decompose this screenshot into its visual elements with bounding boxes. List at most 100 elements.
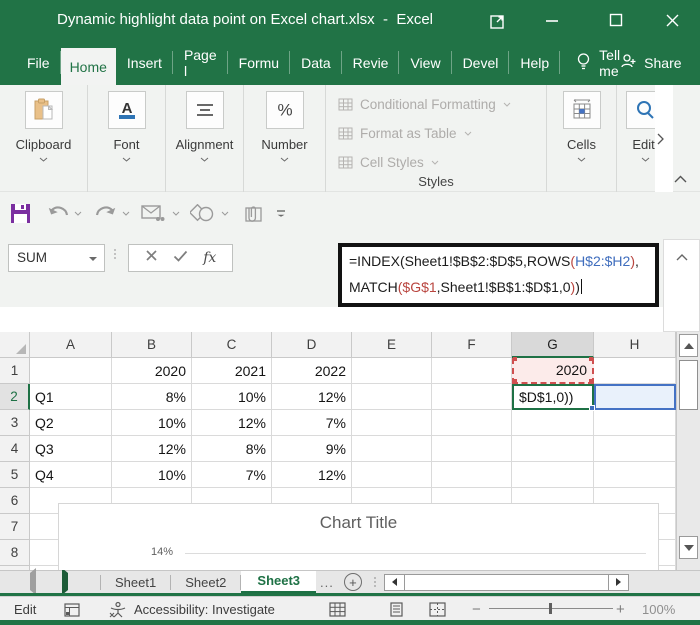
col-header-g[interactable]: G <box>512 332 594 358</box>
collapse-formula-bar-icon[interactable] <box>676 254 688 261</box>
normal-view-icon[interactable] <box>329 597 346 621</box>
tell-me-button[interactable]: Tell me <box>576 40 620 85</box>
row-header-5[interactable]: 5 <box>0 462 30 488</box>
cell-G4[interactable] <box>512 436 594 462</box>
macro-record-icon[interactable] <box>64 597 81 621</box>
page-layout-view-icon[interactable] <box>388 597 405 621</box>
row-header-3[interactable]: 3 <box>0 410 30 436</box>
menu-tab-formu[interactable]: Formu <box>228 40 290 85</box>
insert-function-icon[interactable]: fx <box>203 250 216 266</box>
cell-D2[interactable]: 12% <box>272 384 352 410</box>
cell-B1[interactable]: 2020 <box>112 358 192 384</box>
col-header-c[interactable]: C <box>192 332 272 358</box>
enter-icon[interactable] <box>173 249 188 267</box>
accessibility-icon[interactable] <box>108 597 128 621</box>
cell-F1[interactable] <box>432 358 512 384</box>
maximize-button[interactable] <box>596 0 636 40</box>
ribbon-group-font[interactable]: AFont <box>88 85 166 192</box>
cell-E4[interactable] <box>352 436 432 462</box>
menu-tab-insert[interactable]: Insert <box>116 40 173 85</box>
menu-tab-devel[interactable]: Devel <box>452 40 510 85</box>
select-all-button[interactable] <box>0 332 30 358</box>
sheet-tab-sheet1[interactable]: Sheet1 <box>101 571 170 594</box>
cell-E1[interactable] <box>352 358 432 384</box>
col-header-h[interactable]: H <box>594 332 676 358</box>
cell-E3[interactable] <box>352 410 432 436</box>
cell-C4[interactable]: 8% <box>192 436 272 462</box>
styles-item-cell-styles[interactable]: Cell Styles <box>338 148 546 177</box>
collapse-ribbon-icon[interactable] <box>674 175 687 183</box>
cell-G3[interactable] <box>512 410 594 436</box>
cell-G2[interactable]: $D$1,0)) <box>512 384 594 410</box>
name-box[interactable]: SUM <box>8 244 105 272</box>
ribbon-scroll-right-icon[interactable] <box>657 133 664 145</box>
cell-H1[interactable] <box>594 358 676 384</box>
embedded-chart[interactable]: Chart Title 14% <box>58 503 659 570</box>
col-header-e[interactable]: E <box>352 332 432 358</box>
redo-icon[interactable] <box>94 192 116 235</box>
cell-D3[interactable]: 7% <box>272 410 352 436</box>
cell-A5[interactable]: Q4 <box>30 462 112 488</box>
menu-tab-home[interactable]: Home <box>61 48 116 85</box>
save-icon[interactable] <box>10 192 31 235</box>
menu-tab-data[interactable]: Data <box>290 40 342 85</box>
cell-H4[interactable] <box>594 436 676 462</box>
scroll-down-icon[interactable] <box>679 536 698 559</box>
zoom-in-button[interactable]: + <box>616 597 625 621</box>
cell-C3[interactable]: 12% <box>192 410 272 436</box>
undo-dropdown-icon[interactable] <box>74 192 82 235</box>
cell-F5[interactable] <box>432 462 512 488</box>
cell-C1[interactable]: 2021 <box>192 358 272 384</box>
cell-H3[interactable] <box>594 410 676 436</box>
email-icon[interactable] <box>141 192 165 235</box>
sheet-nav-right-icon[interactable] <box>62 573 68 591</box>
zoom-out-button[interactable]: − <box>472 597 481 621</box>
vertical-scrollbar[interactable] <box>676 332 700 570</box>
cell-H5[interactable] <box>594 462 676 488</box>
cell-B5[interactable]: 10% <box>112 462 192 488</box>
new-sheet-icon[interactable]: + <box>344 573 362 591</box>
col-header-a[interactable]: A <box>30 332 112 358</box>
horizontal-scrollbar[interactable] <box>384 574 629 591</box>
cell-F2[interactable] <box>432 384 512 410</box>
cell-D4[interactable]: 9% <box>272 436 352 462</box>
row-header-6[interactable]: 6 <box>0 488 30 514</box>
share-button[interactable]: Share <box>620 40 681 85</box>
scroll-up-icon[interactable] <box>679 334 698 357</box>
popout-window-icon[interactable] <box>478 0 518 40</box>
cell-E2[interactable] <box>352 384 432 410</box>
styles-item-format-as-table[interactable]: Format as Table <box>338 119 546 148</box>
close-button[interactable] <box>650 0 694 40</box>
customize-toolbar-icon[interactable] <box>276 192 286 235</box>
sheet-tab-sheet3[interactable]: Sheet3 <box>241 571 316 594</box>
cell-G5[interactable] <box>512 462 594 488</box>
cell-A3[interactable]: Q2 <box>30 410 112 436</box>
cell-G1[interactable]: 2020 <box>512 358 594 384</box>
minimize-button[interactable] <box>532 0 572 40</box>
cell-B2[interactable]: 8% <box>112 384 192 410</box>
email-dropdown-icon[interactable] <box>172 192 180 235</box>
cell-F3[interactable] <box>432 410 512 436</box>
ribbon-group-alignment[interactable]: Alignment <box>166 85 244 192</box>
scroll-left-icon[interactable] <box>384 574 405 591</box>
menu-tab-file[interactable]: File <box>16 40 61 85</box>
cell-D1[interactable]: 2022 <box>272 358 352 384</box>
col-header-d[interactable]: D <box>272 332 352 358</box>
ribbon-group-cells[interactable]: Cells <box>547 85 617 192</box>
cell-C2[interactable]: 10% <box>192 384 272 410</box>
sheet-nav-left-icon[interactable] <box>30 573 36 591</box>
zoom-level[interactable]: 100% <box>642 597 675 621</box>
zoom-slider-thumb[interactable] <box>549 603 552 614</box>
menu-tab-revie[interactable]: Revie <box>342 40 400 85</box>
row-header-4[interactable]: 4 <box>0 436 30 462</box>
cell-A1[interactable] <box>30 358 112 384</box>
cell-C5[interactable]: 7% <box>192 462 272 488</box>
menu-tab-help[interactable]: Help <box>509 40 560 85</box>
cancel-icon[interactable] <box>145 249 158 267</box>
menu-tab-page-l[interactable]: Page l <box>173 40 228 85</box>
vertical-scroll-thumb[interactable] <box>679 360 698 410</box>
styles-item-conditional-formatting[interactable]: Conditional Formatting <box>338 90 546 119</box>
attachment-icon[interactable] <box>240 192 264 235</box>
cell-H2[interactable] <box>594 384 676 410</box>
row-header-2[interactable]: 2 <box>0 384 30 410</box>
